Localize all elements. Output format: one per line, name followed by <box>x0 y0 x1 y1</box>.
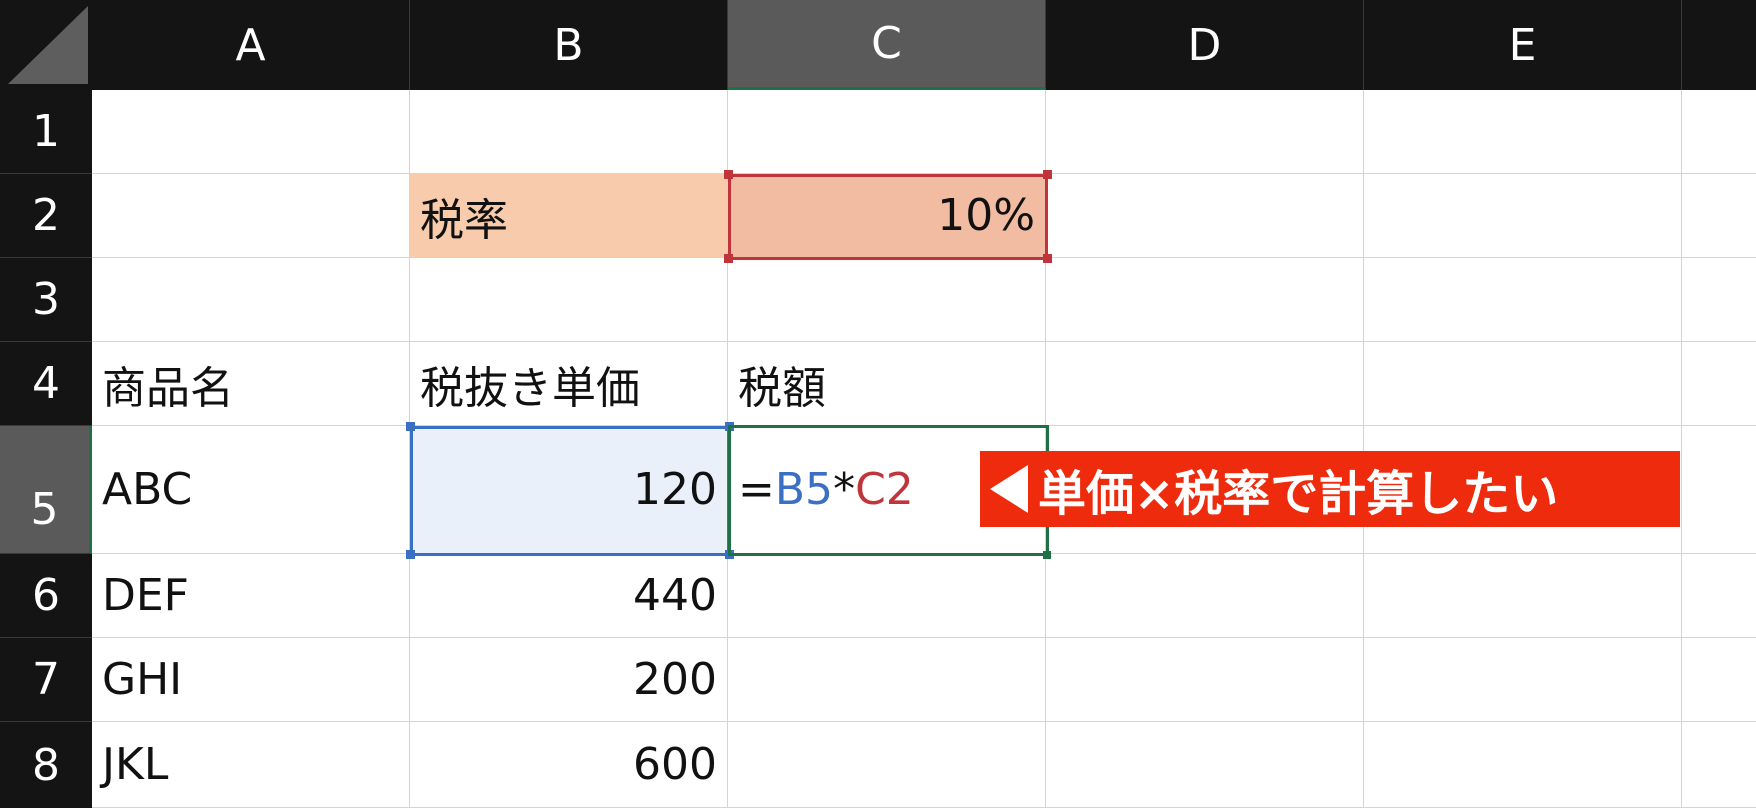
cell-e6[interactable] <box>1364 554 1682 638</box>
cell-d8[interactable] <box>1046 722 1364 808</box>
cell-c6[interactable] <box>728 554 1046 638</box>
arrow-left-icon <box>990 465 1028 513</box>
row-header-3[interactable]: 3 <box>0 258 92 342</box>
cell-a4[interactable]: 商品名 <box>92 342 410 426</box>
cell-d4[interactable] <box>1046 342 1364 426</box>
cell-b5[interactable]: 120 <box>410 426 728 554</box>
cell-e3[interactable] <box>1364 258 1682 342</box>
cell-b3[interactable] <box>410 258 728 342</box>
column-header-a[interactable]: A <box>92 0 410 90</box>
cell-a5[interactable]: ABC <box>92 426 410 554</box>
select-all-triangle-icon <box>8 6 88 84</box>
cell-c1[interactable] <box>728 90 1046 174</box>
reference-handle-b5-bl[interactable] <box>406 550 415 559</box>
cell-b2[interactable]: 税率 <box>410 174 728 258</box>
cell-d6[interactable] <box>1046 554 1364 638</box>
cell-f3[interactable] <box>1682 258 1756 342</box>
cell-d3[interactable] <box>1046 258 1364 342</box>
select-all-corner[interactable] <box>0 0 92 90</box>
cell-a2[interactable] <box>92 174 410 258</box>
row-header-1[interactable]: 1 <box>0 90 92 174</box>
row-header-8[interactable]: 8 <box>0 722 92 808</box>
row-header-2[interactable]: 2 <box>0 174 92 258</box>
cell-a1[interactable] <box>92 90 410 174</box>
formula-equals: = <box>738 464 775 515</box>
annotation-text: 単価×税率で計算したい <box>1038 466 1559 522</box>
cell-f5[interactable] <box>1682 426 1756 554</box>
reference-handle-b5-tl[interactable] <box>406 422 415 431</box>
spreadsheet: A B C D E 1 2 3 4 5 6 7 8 税率 10% 商品名 税抜き… <box>0 0 1756 808</box>
cell-f1[interactable] <box>1682 90 1756 174</box>
cell-e2[interactable] <box>1364 174 1682 258</box>
column-header-d[interactable]: D <box>1046 0 1364 90</box>
cell-d7[interactable] <box>1046 638 1364 722</box>
cell-b1[interactable] <box>410 90 728 174</box>
reference-handle-c2-bl[interactable] <box>724 254 733 263</box>
row-header-4[interactable]: 4 <box>0 342 92 426</box>
formula-ref-b5: B5 <box>774 464 834 515</box>
reference-handle-b5-tr[interactable] <box>725 422 734 431</box>
column-header-b[interactable]: B <box>410 0 728 90</box>
cell-e4[interactable] <box>1364 342 1682 426</box>
cell-c3[interactable] <box>728 258 1046 342</box>
cell-f7[interactable] <box>1682 638 1756 722</box>
column-header-e[interactable]: E <box>1364 0 1682 90</box>
column-header-f[interactable] <box>1682 0 1756 90</box>
cell-a3[interactable] <box>92 258 410 342</box>
cell-f8[interactable] <box>1682 722 1756 808</box>
column-header-c[interactable]: C <box>728 0 1046 90</box>
cell-c4[interactable]: 税額 <box>728 342 1046 426</box>
annotation-callout: 単価×税率で計算したい <box>980 451 1680 527</box>
cell-e1[interactable] <box>1364 90 1682 174</box>
cell-a6[interactable]: DEF <box>92 554 410 638</box>
cell-d2[interactable] <box>1046 174 1364 258</box>
cell-d1[interactable] <box>1046 90 1364 174</box>
cell-a7[interactable]: GHI <box>92 638 410 722</box>
row-header-6[interactable]: 6 <box>0 554 92 638</box>
row-header-7[interactable]: 7 <box>0 638 92 722</box>
cell-b4[interactable]: 税抜き単価 <box>410 342 728 426</box>
cell-c2[interactable]: 10% <box>728 174 1046 258</box>
formula-ref-c2: C2 <box>855 464 914 515</box>
cell-c8[interactable] <box>728 722 1046 808</box>
cell-e7[interactable] <box>1364 638 1682 722</box>
reference-handle-c2-tr[interactable] <box>1043 170 1052 179</box>
reference-handle-c2-tl[interactable] <box>724 170 733 179</box>
formula-operator: * <box>833 464 856 515</box>
cell-b6[interactable]: 440 <box>410 554 728 638</box>
cell-f2[interactable] <box>1682 174 1756 258</box>
cell-f6[interactable] <box>1682 554 1756 638</box>
reference-handle-b5-br[interactable] <box>725 550 734 559</box>
row-header-5[interactable]: 5 <box>0 426 92 554</box>
fill-handle[interactable] <box>1043 551 1051 559</box>
cell-c7[interactable] <box>728 638 1046 722</box>
cell-a8[interactable]: JKL <box>92 722 410 808</box>
cell-e8[interactable] <box>1364 722 1682 808</box>
cell-b7[interactable]: 200 <box>410 638 728 722</box>
cell-b8[interactable]: 600 <box>410 722 728 808</box>
reference-handle-c2-br[interactable] <box>1043 254 1052 263</box>
cell-f4[interactable] <box>1682 342 1756 426</box>
